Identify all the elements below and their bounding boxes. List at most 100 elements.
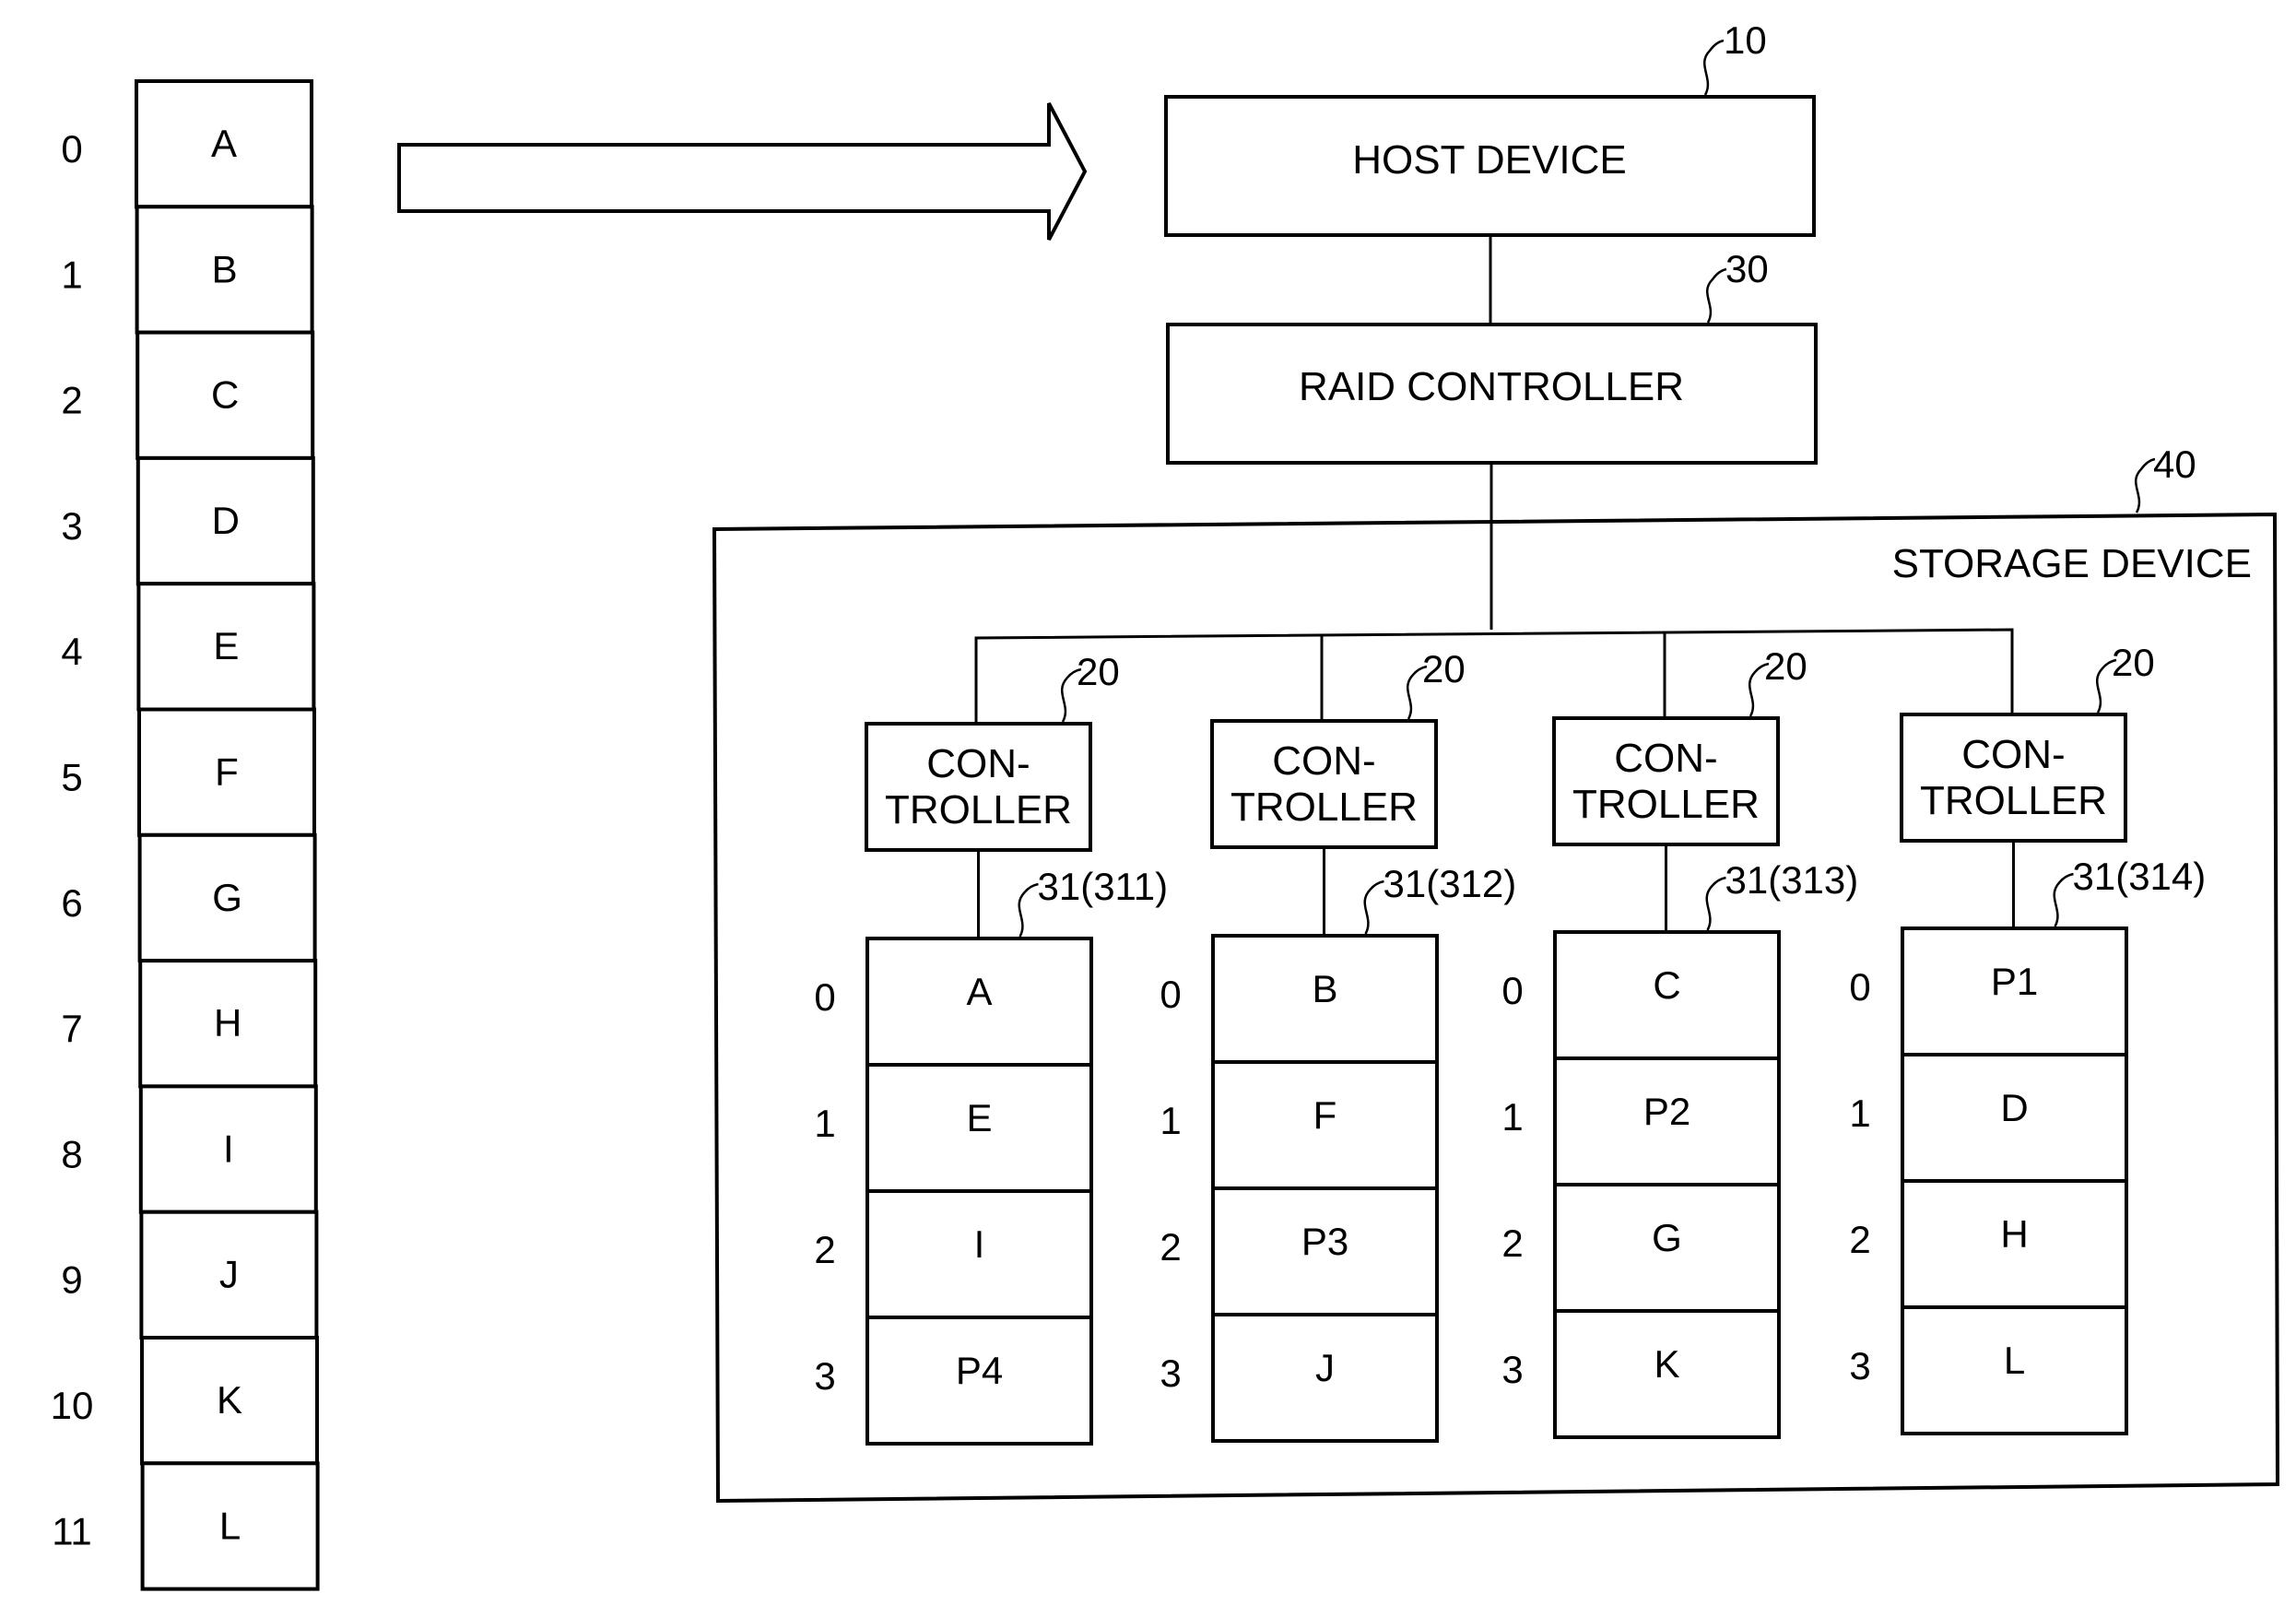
- disk-block-label: A: [966, 970, 992, 1013]
- controller-label-line1: CON-: [926, 741, 1030, 786]
- volume-block-index: 0: [61, 127, 82, 171]
- disk-block: I2: [814, 1189, 1093, 1319]
- raid-controller-ref: 30: [1725, 247, 1769, 290]
- volume-block-index: 1: [61, 253, 82, 296]
- controller-group: CON-TROLLER2031(314)P10D1H2L3: [1849, 641, 2206, 1435]
- controller-ref: 20: [1077, 650, 1120, 693]
- disk-block-label: G: [1652, 1216, 1682, 1259]
- disk-block: J3: [1160, 1313, 1439, 1443]
- volume-block-index: 4: [61, 630, 82, 673]
- volume-block-index: 8: [61, 1132, 82, 1175]
- volume-block: D3: [61, 455, 315, 586]
- stripe-index: 3: [1849, 1344, 1870, 1387]
- volume-block: L 11: [52, 1461, 320, 1591]
- stripe-index: 1: [1160, 1099, 1181, 1142]
- disk-block: A0: [814, 937, 1093, 1067]
- volume-block: H7: [61, 959, 318, 1089]
- disk-block-label: E: [966, 1096, 992, 1139]
- stripe-index: 1: [814, 1102, 835, 1145]
- volume-block-label: G: [212, 876, 242, 919]
- stripe-index: 0: [814, 975, 835, 1019]
- stripe-index: 2: [814, 1228, 835, 1271]
- host-device-ref: 10: [1724, 18, 1767, 62]
- stripe-index: 3: [1501, 1348, 1523, 1391]
- host-device-label: HOST DEVICE: [1352, 137, 1626, 183]
- disk-block: D1: [1849, 1053, 2128, 1183]
- controller-group: CON-TROLLER2031(313)C0P21G2K3: [1501, 644, 1859, 1439]
- bus-line: [974, 628, 2014, 724]
- controller-ref: 20: [1764, 644, 1807, 688]
- volume-block-index: 11: [52, 1509, 92, 1552]
- disk-block: K3: [1501, 1309, 1781, 1439]
- controller-label-line2: TROLLER: [1572, 782, 1760, 827]
- volume-block: F5: [61, 707, 316, 837]
- volume-block: C2: [61, 330, 315, 460]
- volume-block: E4: [61, 582, 316, 712]
- controller-ref: 20: [2112, 641, 2155, 684]
- volume-block-label: D: [212, 499, 240, 542]
- volume-block-label: A: [211, 122, 237, 165]
- disk-block: E1: [814, 1063, 1093, 1193]
- volume-block-label: J: [219, 1253, 239, 1296]
- volume-block: I8: [61, 1084, 318, 1214]
- stripe-index: 3: [1160, 1351, 1181, 1395]
- disk-block-label: P1: [1991, 960, 2038, 1003]
- disk-block-label: L: [2004, 1339, 2025, 1382]
- stripe-index: 1: [1501, 1095, 1523, 1139]
- disk-block: P2 1: [1501, 1056, 1781, 1186]
- volume-block-index: 3: [61, 504, 82, 548]
- raid-controller-label: RAID CONTROLLER: [1299, 364, 1684, 409]
- controller-label-line1: CON-: [1272, 738, 1375, 784]
- disk-block-label: C: [1653, 963, 1680, 1007]
- volume-block-label: H: [214, 1001, 241, 1045]
- stripe-index: 3: [814, 1354, 835, 1398]
- disk-block-label: J: [1315, 1346, 1335, 1389]
- volume-block-label: C: [211, 373, 239, 417]
- controller-label-line1: CON-: [1961, 732, 2065, 777]
- logical-volume: A0B1C2D3E4F5G6H7I8J9K10L11: [51, 79, 320, 1591]
- disk-block: P4 3: [814, 1316, 1093, 1446]
- disk-block-label: B: [1312, 967, 1337, 1010]
- disk-ref: 31(311): [1038, 865, 1169, 908]
- volume-block-label: K: [217, 1378, 242, 1422]
- disk-block-label: K: [1654, 1342, 1679, 1386]
- controller-label-line2: TROLLER: [1920, 778, 2107, 823]
- disk-block-label: F: [1313, 1093, 1337, 1137]
- volume-block: K 10: [51, 1336, 319, 1466]
- volume-block-label: E: [213, 624, 239, 667]
- stripe-index: 2: [1849, 1218, 1870, 1261]
- stripe-index: 0: [1849, 965, 1870, 1009]
- disk-ref: 31(313): [1725, 858, 1859, 902]
- controller-ref: 20: [1422, 647, 1466, 690]
- disk-block: F1: [1160, 1060, 1439, 1190]
- volume-block: B1: [61, 205, 314, 335]
- disk-block: C0: [1501, 930, 1781, 1060]
- controller-label-line2: TROLLER: [885, 787, 1072, 832]
- disk-block-label: P4: [956, 1349, 1003, 1392]
- disk-block-label: D: [2000, 1086, 2028, 1129]
- volume-block-index: 10: [51, 1384, 94, 1427]
- volume-block: J9: [61, 1210, 319, 1340]
- stripe-index: 1: [1849, 1092, 1870, 1135]
- arrow-right-icon: [397, 102, 1088, 241]
- disk-block: P3 2: [1160, 1186, 1439, 1316]
- controller-group: CON-TROLLER2031(312)B0F1P32J3: [1160, 647, 1516, 1443]
- disk-block-label: H: [2000, 1212, 2028, 1256]
- volume-block-index: 2: [61, 379, 82, 422]
- volume-block-index: 9: [61, 1258, 82, 1302]
- disk-block-label: P2: [1643, 1090, 1690, 1133]
- volume-block-index: 5: [61, 756, 82, 799]
- volume-block-label: I: [223, 1127, 234, 1170]
- disk-block: B0: [1160, 934, 1439, 1064]
- volume-block-label: L: [219, 1504, 241, 1547]
- stripe-index: 0: [1501, 969, 1523, 1012]
- disk-block: L3: [1849, 1305, 2128, 1435]
- volume-block: A0: [61, 79, 313, 209]
- disk-block: H2: [1849, 1179, 2128, 1309]
- raid-diagram: A0B1C2D3E4F5G6H7I8J9K10L11 HOST DEVICE 1…: [51, 18, 2280, 1591]
- stripe-index: 0: [1160, 973, 1181, 1016]
- controller-label-line2: TROLLER: [1230, 785, 1418, 830]
- volume-block-index: 7: [61, 1007, 82, 1050]
- stripe-index: 2: [1160, 1225, 1181, 1269]
- storage-device-label: STORAGE DEVICE: [1892, 541, 2252, 586]
